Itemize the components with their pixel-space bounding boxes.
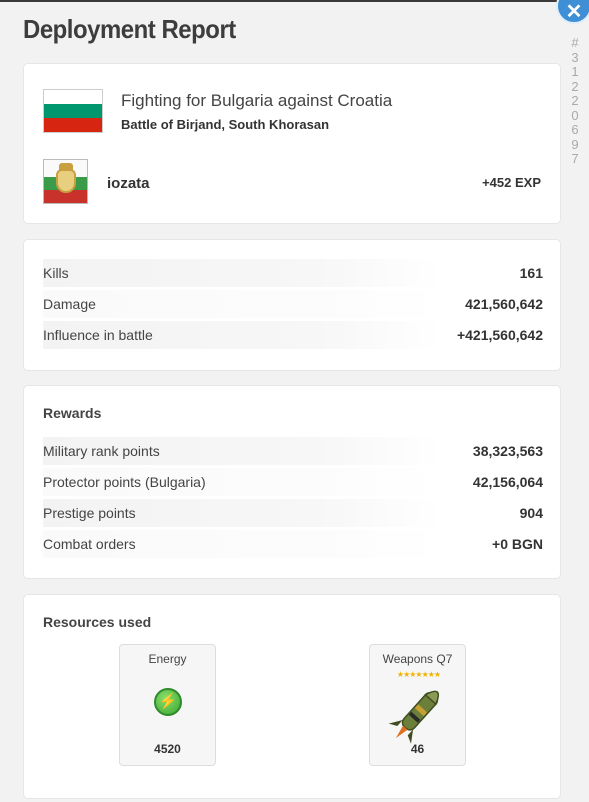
reward-row: Combat orders +0 BGN xyxy=(43,530,543,558)
rewards-title: Rewards xyxy=(43,405,102,421)
close-button[interactable]: ✕ xyxy=(556,0,589,24)
battle-id-char: 7 xyxy=(571,151,579,166)
battle-id-char: 0 xyxy=(571,107,579,123)
page-title: Deployment Report xyxy=(23,14,236,44)
avatar[interactable] xyxy=(43,159,88,204)
battle-id-char: 2 xyxy=(571,78,579,94)
resources-card: Resources used Energy ⚡ 4520 Weapons Q7 … xyxy=(23,594,561,799)
battle-card: Fighting for Bulgaria against Croatia Ba… xyxy=(23,63,561,224)
stat-label: Influence in battle xyxy=(43,327,153,343)
stat-label: Kills xyxy=(43,265,69,281)
seal-icon xyxy=(56,169,76,193)
reward-label: Prestige points xyxy=(43,505,136,521)
exp-gain: +452 EXP xyxy=(482,175,541,190)
reward-value: 38,323,563 xyxy=(472,443,543,459)
close-icon: ✕ xyxy=(565,1,583,23)
battle-id-char: 9 xyxy=(571,136,579,152)
resource-value: 46 xyxy=(410,742,425,756)
battle-id-char: 3 xyxy=(571,49,579,65)
energy-icon: ⚡ xyxy=(154,688,182,716)
reward-row: Prestige points 904 xyxy=(43,499,543,527)
stat-value: +421,560,642 xyxy=(456,327,543,343)
stats-card: Kills 161 Damage 421,560,642 Influence i… xyxy=(23,239,561,371)
reward-label: Protector points (Bulgaria) xyxy=(43,474,206,490)
bulgaria-flag-icon xyxy=(43,89,103,133)
resource-value: 4520 xyxy=(154,742,181,756)
reward-row: Protector points (Bulgaria) 42,156,064 xyxy=(43,468,543,496)
reward-value: 904 xyxy=(519,505,543,521)
stat-label: Damage xyxy=(43,296,96,312)
resource-weapons[interactable]: Weapons Q7 ★★★★★★★ 46 xyxy=(369,644,466,766)
stat-value: 421,560,642 xyxy=(465,296,543,312)
battle-id-char: 1 xyxy=(571,64,579,79)
stat-row: Kills 161 xyxy=(43,259,543,287)
battle-title: Fighting for Bulgaria against Croatia xyxy=(121,91,393,110)
resource-energy[interactable]: Energy ⚡ 4520 xyxy=(119,644,216,766)
top-border xyxy=(0,0,589,2)
battle-location[interactable]: Battle of Birjand, South Khorasan xyxy=(121,117,329,132)
username[interactable]: iozata xyxy=(107,175,150,192)
battle-id-char: # xyxy=(571,35,579,50)
battle-id-char: 6 xyxy=(571,122,579,137)
reward-value: 42,156,064 xyxy=(472,474,543,490)
battle-id: # 3 1 2 2 0 6 9 7 xyxy=(569,35,581,167)
stat-value: 161 xyxy=(519,265,543,281)
resources-title: Resources used xyxy=(43,614,152,630)
reward-label: Military rank points xyxy=(43,443,160,459)
reward-value: +0 BGN xyxy=(492,536,543,552)
reward-row: Military rank points 38,323,563 xyxy=(43,437,543,465)
stat-row: Damage 421,560,642 xyxy=(43,290,543,318)
battle-id-char: 2 xyxy=(571,93,579,108)
resource-name: Energy xyxy=(148,652,187,666)
reward-label: Combat orders xyxy=(43,536,136,552)
stat-row: Influence in battle +421,560,642 xyxy=(43,321,543,349)
rewards-card: Rewards Military rank points 38,323,563 … xyxy=(23,385,561,579)
